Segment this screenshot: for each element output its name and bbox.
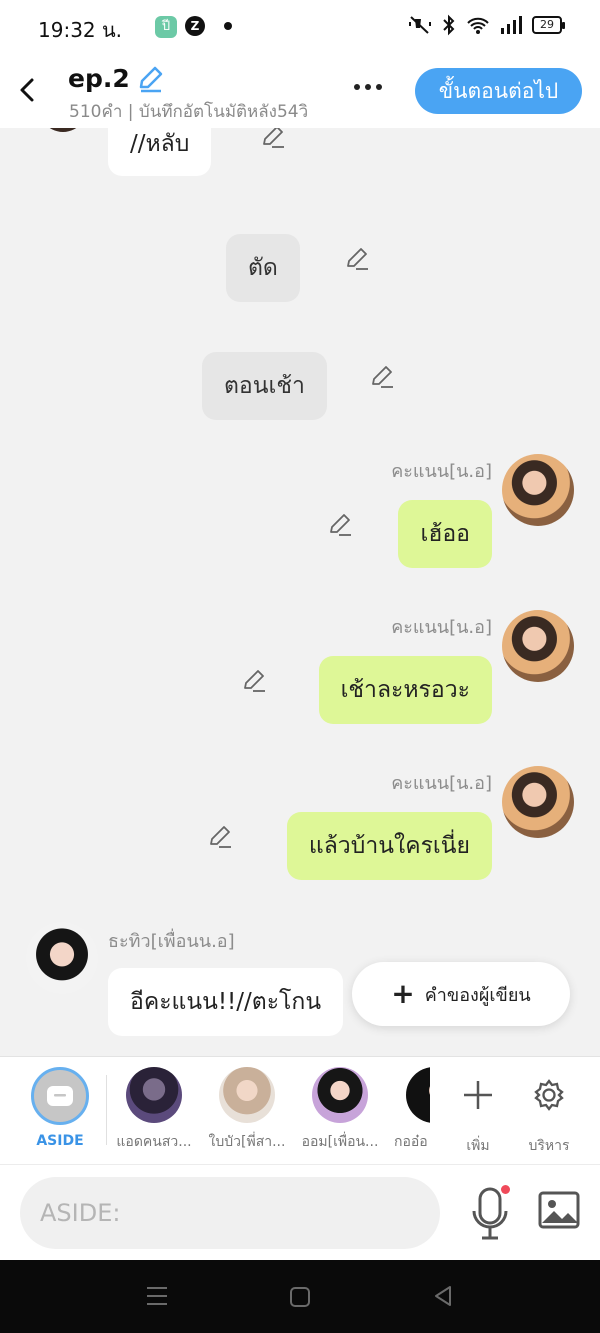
divider (106, 1075, 107, 1145)
add-label: เพิ่ม (466, 1138, 490, 1154)
edit-message-pencil-icon[interactable] (207, 824, 233, 850)
manage-label: บริหาร (528, 1138, 570, 1154)
narration-bubble[interactable]: ตอนเช้า (202, 352, 327, 420)
character-label: ออม[เพื่อน... (301, 1134, 379, 1150)
recording-dot-icon (501, 1185, 510, 1194)
character-label: ASIDE (36, 1133, 84, 1149)
episode-title-text: ep.2 (68, 64, 130, 93)
narration-bubble[interactable]: ตัด (226, 234, 300, 302)
character-label: กออ๋อ (394, 1134, 428, 1150)
message-bubble[interactable]: เฮ้ออ (398, 500, 492, 568)
message-bubble[interactable]: แล้วบ้านใครเนี่ย (286, 812, 492, 880)
menu-icon[interactable] (145, 1285, 169, 1307)
plus-icon (464, 1081, 492, 1109)
bluetooth-icon (443, 14, 455, 36)
more-options-icon[interactable] (354, 72, 390, 102)
author-note-label: คำของผู้เขียน (424, 984, 531, 1006)
composer-bar (0, 1164, 600, 1260)
battery-icon: 29 (532, 16, 565, 34)
edit-message-pencil-icon[interactable] (344, 246, 370, 272)
back-icon[interactable] (432, 1284, 454, 1308)
message-bubble[interactable]: อีคะแนน!!//ตะโกน (108, 968, 344, 1036)
avatar (406, 1067, 430, 1123)
back-arrow-icon[interactable] (14, 72, 44, 108)
status-bar: 19:32 น. ปี Z 29 (0, 0, 600, 54)
wifi-icon (467, 17, 489, 34)
episode-title: ep.2 (68, 64, 164, 93)
manage-characters-button[interactable]: บริหาร (509, 1067, 589, 1157)
character-label: แอดคนสว... (116, 1134, 192, 1150)
signal-icon (501, 16, 522, 34)
add-character-button[interactable]: เพิ่ม (438, 1067, 518, 1157)
chat-area[interactable]: //หลับ ตัด ตอนเช้า คะแนน[น.อ] เฮ้ออ คะแน… (0, 128, 600, 1056)
character-selector: ASIDE แอดคนสว... ใบบัว[พี่สา... ออม[เพื่… (0, 1056, 600, 1164)
character-item[interactable]: ใบบัว[พี่สา... (207, 1067, 287, 1153)
aside-icon (31, 1067, 89, 1125)
message-bubble[interactable]: เช้าละหรอวะ (318, 656, 492, 724)
speaker-name: คะแนน[น.อ] (391, 773, 492, 794)
next-step-button[interactable]: ขั้นตอนต่อไป (415, 68, 582, 114)
avatar[interactable] (502, 766, 574, 838)
avatar (312, 1067, 368, 1123)
avatar[interactable] (26, 922, 98, 994)
system-icons: 29 (408, 14, 565, 36)
image-icon[interactable] (538, 1191, 580, 1229)
character-item[interactable]: ออม[เพื่อน... (300, 1067, 380, 1153)
avatar (219, 1067, 275, 1123)
speaker-name: คะแนน[น.อ] (391, 617, 492, 638)
edit-message-pencil-icon[interactable] (327, 512, 353, 538)
edit-title-pencil-icon[interactable] (136, 65, 164, 93)
status-time: 19:32 น. (38, 18, 123, 42)
app-notification-icon: ปี (155, 16, 177, 38)
plus-icon: + (391, 977, 415, 1010)
character-label: ใบบัว[พี่สา... (208, 1134, 286, 1150)
character-item[interactable]: แอดคนสว... (114, 1067, 194, 1153)
speaker-name: ธะทิว[เพื่อนน.อ] (108, 931, 235, 952)
message-bubble[interactable]: //หลับ (108, 128, 212, 176)
home-icon[interactable] (289, 1286, 311, 1308)
author-note-button[interactable]: + คำของผู้เขียน (352, 962, 570, 1026)
avatar[interactable] (34, 128, 92, 132)
avatar (126, 1067, 182, 1123)
top-app-bar: ep.2 510คำ | บันทึกอัตโนมัติหลัง54วิ ขั้… (0, 54, 600, 128)
gear-icon (534, 1079, 564, 1111)
character-aside[interactable]: ASIDE (20, 1067, 100, 1149)
message-input[interactable] (20, 1177, 440, 1249)
avatar[interactable] (502, 610, 574, 682)
notification-dot-icon (224, 22, 232, 30)
speaker-name: คะแนน[น.อ] (391, 461, 492, 482)
system-navigation-bar (0, 1260, 600, 1333)
z-app-icon: Z (185, 16, 205, 36)
edit-message-pencil-icon[interactable] (241, 668, 267, 694)
edit-message-pencil-icon[interactable] (260, 128, 286, 150)
mute-icon (409, 16, 431, 34)
avatar[interactable] (502, 454, 574, 526)
edit-message-pencil-icon[interactable] (369, 364, 395, 390)
character-item[interactable]: กออ๋อ (388, 1067, 430, 1153)
word-count-autosave: 510คำ | บันทึกอัตโนมัติหลัง54วิ (69, 102, 309, 122)
